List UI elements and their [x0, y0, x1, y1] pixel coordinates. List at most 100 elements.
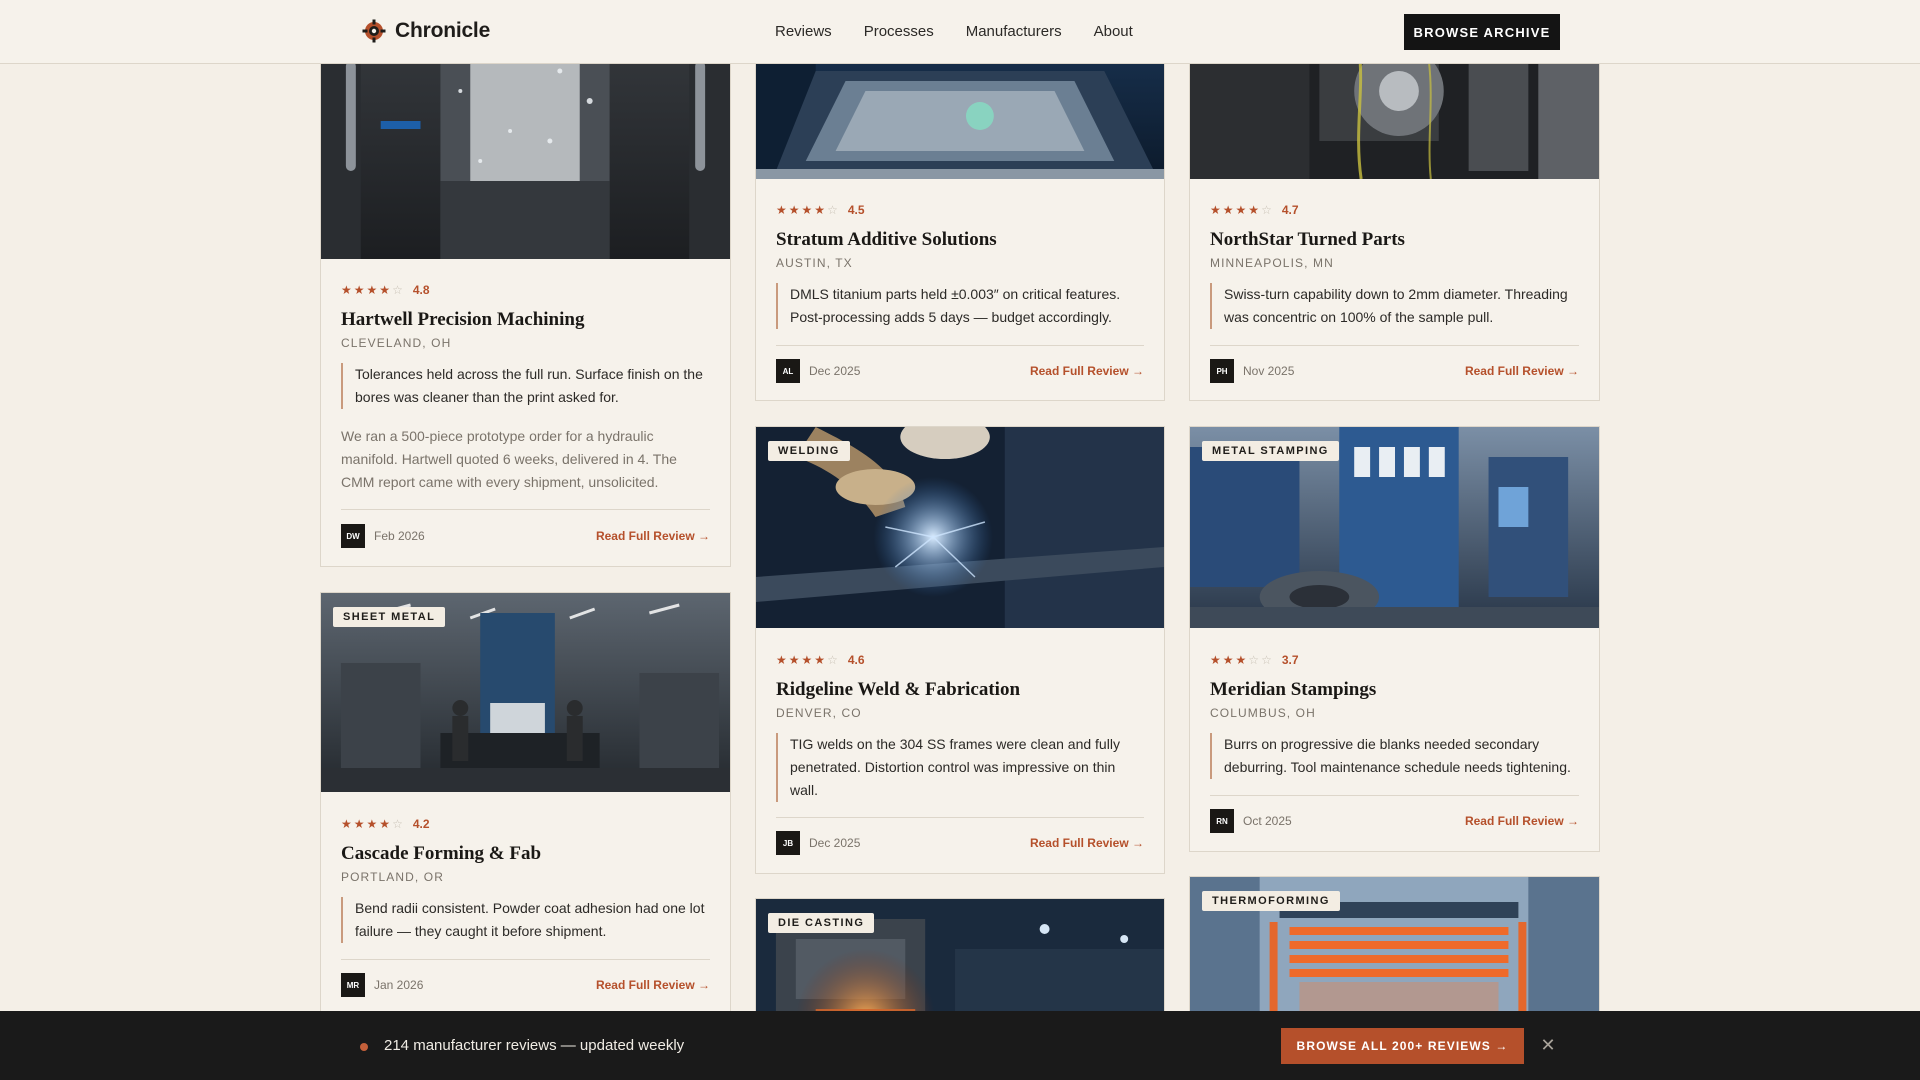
nav-reviews[interactable]: Reviews [775, 23, 832, 40]
close-icon[interactable]: ✕ [1538, 1035, 1558, 1055]
star-icon: ★ [353, 817, 365, 831]
divider [776, 817, 1144, 818]
review-quote: Swiss-turn capability down to 2mm diamet… [1210, 283, 1579, 329]
review-quote: DMLS titanium parts held ±0.003″ on crit… [776, 283, 1144, 329]
star-icon: ★ [366, 283, 378, 297]
read-full-review-link[interactable]: Read Full Review → [1030, 836, 1144, 850]
arrow-right-icon: → [1495, 1039, 1509, 1053]
arrow-right-icon: → [1567, 364, 1579, 378]
manufacturer-name[interactable]: Meridian Stampings [1210, 679, 1376, 701]
read-full-review-link[interactable]: Read Full Review → [596, 529, 710, 543]
browse-archive-button[interactable]: BROWSE ARCHIVE [1404, 14, 1560, 50]
arrow-right-icon: → [1132, 364, 1144, 378]
star-rating: ★ ★ ★ ★ ☆ 4.2 [341, 817, 430, 831]
manufacturer-location: COLUMBUS, OH [1210, 706, 1316, 720]
link-label: Read Full Review [595, 978, 695, 992]
manufacturer-location: AUSTIN, TX [776, 256, 853, 270]
review-card: ★ ★ ★ ★ ☆ 4.8 Hartwell Precision Machini… [320, 0, 731, 567]
star-icon: ★ [814, 203, 826, 217]
star-rating: ★ ★ ★ ★ ☆ 4.7 [1210, 203, 1299, 217]
manufacturer-name[interactable]: Stratum Additive Solutions [776, 229, 997, 251]
manufacturer-location: DENVER, CO [776, 706, 862, 720]
rating-value: 4.5 [847, 203, 865, 217]
review-date: Dec 2025 [809, 364, 861, 378]
review-card: SHEET METAL ★ ★ ★ ★ ☆ 4.2 Cascade Formin… [320, 592, 731, 1052]
star-icon: ★ [814, 653, 826, 667]
review-date: Dec 2025 [809, 836, 861, 850]
review-quote: Burrs on progressive die blanks needed s… [1210, 733, 1579, 779]
manufacturer-name[interactable]: Cascade Forming & Fab [341, 843, 541, 865]
review-meta: MR Jan 2026 [341, 973, 423, 997]
rating-value: 3.7 [1281, 653, 1299, 667]
rating-value: 4.8 [412, 283, 430, 297]
star-icon: ★ [776, 203, 787, 217]
star-icon: ★ [801, 203, 813, 217]
manufacturer-name[interactable]: NorthStar Turned Parts [1210, 229, 1405, 251]
star-empty-icon: ☆ [392, 817, 403, 831]
review-meta: AL Dec 2025 [776, 359, 860, 383]
star-rating: ★ ★ ★ ★ ☆ 4.6 [776, 653, 865, 667]
read-full-review-link[interactable]: Read Full Review → [1030, 364, 1144, 378]
manufacturer-location: PORTLAND, OR [341, 870, 444, 884]
star-empty-icon: ☆ [827, 203, 838, 217]
read-full-review-link[interactable]: Read Full Review → [596, 978, 710, 992]
review-date: Jan 2026 [374, 978, 424, 992]
process-tag[interactable]: THERMOFORMING [1202, 891, 1340, 911]
reviewer-avatar: MR [341, 973, 365, 997]
star-icon: ★ [801, 653, 813, 667]
star-icon: ★ [1248, 203, 1260, 217]
link-label: Read Full Review [1464, 814, 1564, 828]
star-icon: ★ [788, 653, 800, 667]
rating-value: 4.6 [847, 653, 865, 667]
link-label: Read Full Review [1464, 364, 1564, 378]
brand-logo[interactable]: Chronicle [362, 19, 490, 43]
review-date: Oct 2025 [1243, 814, 1292, 828]
card-image: WELDING [756, 427, 1164, 628]
star-icon: ★ [1235, 653, 1247, 667]
process-tag[interactable]: DIE CASTING [768, 913, 875, 933]
star-icon: ★ [1235, 203, 1247, 217]
review-body: We ran a 500-piece prototype order for a… [341, 428, 677, 490]
reviews-count-text: 214 manufacturer reviews — updated weekl… [384, 1037, 685, 1054]
arrow-right-icon: → [698, 529, 710, 543]
star-icon: ★ [379, 817, 391, 831]
divider [1210, 345, 1579, 346]
review-quote: Bend radii consistent. Powder coat adhes… [341, 897, 710, 943]
review-quote: TIG welds on the 304 SS frames were clea… [776, 733, 1144, 802]
nav-manufacturers[interactable]: Manufacturers [966, 23, 1062, 40]
star-icon: ★ [379, 283, 391, 297]
reviewer-avatar: JB [776, 831, 800, 855]
link-label: Read Full Review [1029, 364, 1129, 378]
nav-processes[interactable]: Processes [864, 23, 934, 40]
review-date: Feb 2026 [374, 529, 425, 543]
manufacturer-name[interactable]: Ridgeline Weld & Fabrication [776, 679, 1020, 701]
star-empty-icon: ☆ [1261, 653, 1272, 667]
brand-name: Chronicle [395, 19, 491, 42]
star-empty-icon: ☆ [1261, 203, 1272, 217]
divider [341, 509, 710, 510]
star-empty-icon: ☆ [392, 283, 403, 297]
bottom-promo-bar: 214 manufacturer reviews — updated weekl… [0, 1011, 1920, 1080]
site-header: Chronicle Reviews Processes Manufacturer… [0, 0, 1920, 64]
star-icon: ★ [341, 817, 352, 831]
review-meta: DW Feb 2026 [341, 524, 425, 548]
read-full-review-link[interactable]: Read Full Review → [1465, 814, 1579, 828]
main-nav: Reviews Processes Manufacturers About [775, 23, 1133, 40]
status-dot-icon [360, 1043, 368, 1051]
process-tag[interactable]: SHEET METAL [333, 607, 446, 627]
nav-about[interactable]: About [1094, 23, 1133, 40]
star-rating: ★ ★ ★ ★ ☆ 4.5 [776, 203, 865, 217]
reviewer-avatar: DW [341, 524, 365, 548]
divider [341, 959, 710, 960]
process-tag[interactable]: WELDING [768, 441, 850, 461]
arrow-right-icon: → [1132, 836, 1144, 850]
rating-value: 4.7 [1281, 203, 1299, 217]
reviewer-avatar: AL [776, 359, 800, 383]
rating-value: 4.2 [412, 817, 430, 831]
read-full-review-link[interactable]: Read Full Review → [1465, 364, 1579, 378]
process-tag[interactable]: METAL STAMPING [1202, 441, 1339, 461]
browse-all-reviews-button[interactable]: BROWSE ALL 200+ REVIEWS → [1281, 1028, 1524, 1064]
manufacturer-name[interactable]: Hartwell Precision Machining [341, 309, 584, 331]
card-image: METAL STAMPING [1190, 427, 1599, 628]
arrow-right-icon: → [698, 978, 710, 992]
